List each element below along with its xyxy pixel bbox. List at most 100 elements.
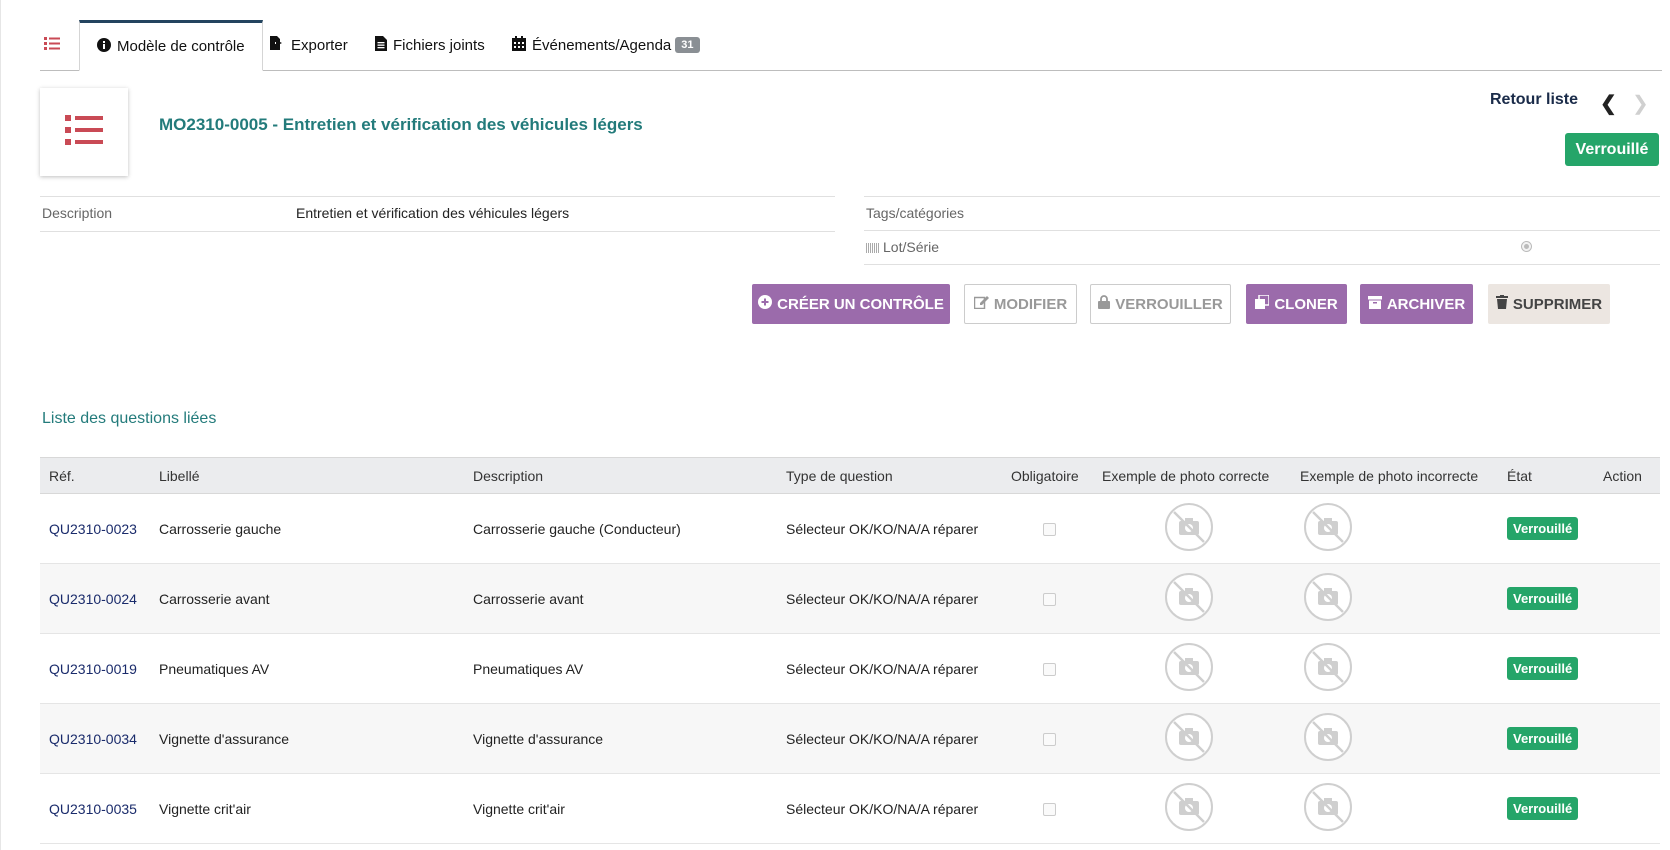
tab-evenements-agenda[interactable]: Événements/Agenda 31 — [512, 20, 700, 70]
column-header[interactable]: État — [1507, 457, 1603, 494]
question-type: Sélecteur OK/KO/NA/A réparer — [786, 493, 1011, 564]
column-header[interactable]: Exemple de photo correcte — [1102, 457, 1300, 494]
question-description: Vignette crit'air — [473, 773, 786, 844]
column-header[interactable]: Description — [473, 457, 786, 494]
mandatory-cell — [1011, 493, 1102, 564]
mandatory-checkbox[interactable] — [1043, 733, 1056, 747]
no-photo-icon — [1303, 642, 1353, 695]
action-cell — [1603, 563, 1660, 634]
mandatory-checkbox[interactable] — [1043, 523, 1056, 537]
no-photo-icon — [1164, 572, 1214, 625]
questions-table: Réf. Libellé Description Type de questio… — [40, 457, 1660, 844]
mandatory-checkbox[interactable] — [1043, 663, 1056, 677]
question-ref[interactable]: QU2310-0034 — [40, 703, 159, 774]
plus-circle-icon — [758, 295, 777, 313]
tab-exporter[interactable]: Exporter — [269, 20, 348, 70]
question-ref[interactable]: QU2310-0023 — [40, 493, 159, 564]
tab-modele-controle[interactable]: Modèle de contrôle — [79, 20, 263, 71]
table-row[interactable]: QU2310-0034 Vignette d'assurance Vignett… — [40, 703, 1660, 774]
events-count-badge: 31 — [675, 37, 700, 53]
tab-label: Modèle de contrôle — [117, 38, 245, 55]
no-photo-icon — [1303, 572, 1353, 625]
create-control-button[interactable]: CRÉER UN CONTRÔLE — [752, 284, 950, 324]
question-ref[interactable]: QU2310-0019 — [40, 633, 159, 704]
tab-label: Fichiers joints — [393, 36, 485, 54]
archive-button[interactable]: ARCHIVER — [1360, 284, 1473, 324]
extra-fields: Tags/catégories Lot/Série — [864, 196, 1660, 265]
barcode-icon — [866, 243, 880, 253]
column-header[interactable]: Réf. — [40, 457, 159, 494]
tab-fichiers-joints[interactable]: Fichiers joints — [375, 20, 485, 70]
question-label: Pneumatiques AV — [159, 633, 473, 704]
tags-row: Tags/catégories — [864, 196, 1660, 230]
column-header[interactable]: Exemple de photo incorrecte — [1300, 457, 1507, 494]
no-photo-icon — [1303, 502, 1353, 555]
status-badge: Verrouillé — [1507, 517, 1579, 540]
chevron-right-icon: ❯ — [1632, 93, 1649, 115]
table-header: Réf. Libellé Description Type de questio… — [40, 457, 1660, 494]
incorrect-photo-cell — [1300, 703, 1507, 774]
correct-photo-cell — [1102, 493, 1300, 564]
state-cell: Verrouillé — [1507, 493, 1603, 564]
lock-icon — [1098, 295, 1115, 313]
question-label: Vignette crit'air — [159, 773, 473, 844]
no-photo-icon — [1164, 782, 1214, 835]
correct-photo-cell — [1102, 773, 1300, 844]
tags-label: Tags/catégories — [866, 205, 965, 221]
mandatory-checkbox[interactable] — [1043, 593, 1056, 607]
state-cell: Verrouillé — [1507, 773, 1603, 844]
lot-label: Lot/Série — [866, 239, 939, 255]
mandatory-cell — [1011, 773, 1102, 844]
lot-row: Lot/Série — [864, 230, 1660, 265]
table-row[interactable]: QU2310-0035 Vignette crit'air Vignette c… — [40, 773, 1660, 844]
correct-photo-cell — [1102, 633, 1300, 704]
questions-list-title: Liste des questions liées — [42, 410, 217, 427]
lot-radio[interactable] — [1521, 241, 1532, 252]
question-ref[interactable]: QU2310-0035 — [40, 773, 159, 844]
description-row: Description Entretien et vérification de… — [40, 196, 835, 232]
list-icon — [65, 114, 103, 150]
incorrect-photo-cell — [1300, 633, 1507, 704]
edit-icon — [973, 295, 994, 313]
tab-list[interactable] — [44, 20, 66, 70]
lock-button[interactable]: VERROUILLER — [1090, 284, 1231, 324]
status-badge: Verrouillé — [1507, 657, 1579, 680]
no-photo-icon — [1303, 782, 1353, 835]
question-description: Vignette d'assurance — [473, 703, 786, 774]
question-type: Sélecteur OK/KO/NA/A réparer — [786, 633, 1011, 704]
column-header[interactable]: Type de question — [786, 457, 1011, 494]
table-row[interactable]: QU2310-0019 Pneumatiques AV Pneumatiques… — [40, 633, 1660, 704]
tab-bar: Modèle de contrôle Exporter Fichiers joi… — [40, 20, 1662, 71]
incorrect-photo-cell — [1300, 493, 1507, 564]
no-photo-icon — [1164, 712, 1214, 765]
state-cell: Verrouillé — [1507, 703, 1603, 774]
table-row[interactable]: QU2310-0023 Carrosserie gauche Carrosser… — [40, 493, 1660, 564]
column-header[interactable]: Obligatoire — [1011, 457, 1102, 494]
correct-photo-cell — [1102, 563, 1300, 634]
chevron-left-icon[interactable]: ❮ — [1600, 91, 1617, 116]
mandatory-cell — [1011, 633, 1102, 704]
question-ref[interactable]: QU2310-0024 — [40, 563, 159, 634]
column-header[interactable]: Libellé — [159, 457, 473, 494]
question-label: Carrosserie avant — [159, 563, 473, 634]
info-circle-icon — [97, 37, 117, 56]
back-to-list-link[interactable]: Retour liste — [1490, 91, 1578, 109]
tab-label: Événements/Agenda — [532, 36, 672, 54]
status-badge: Verrouillé — [1507, 727, 1579, 750]
clone-button[interactable]: CLONER — [1246, 284, 1347, 324]
list-icon — [44, 36, 66, 54]
modify-button[interactable]: MODIFIER — [964, 284, 1077, 324]
no-photo-icon — [1164, 502, 1214, 555]
status-badge: Verrouillé — [1507, 587, 1579, 610]
mandatory-checkbox[interactable] — [1043, 803, 1056, 817]
question-description: Carrosserie gauche (Conducteur) — [473, 493, 786, 564]
table-row[interactable]: QU2310-0024 Carrosserie avant Carrosseri… — [40, 563, 1660, 634]
incorrect-photo-cell — [1300, 563, 1507, 634]
incorrect-photo-cell — [1300, 773, 1507, 844]
mandatory-cell — [1011, 703, 1102, 774]
delete-button[interactable]: SUPPRIMER — [1488, 284, 1610, 324]
file-icon — [375, 35, 393, 55]
archive-icon — [1367, 295, 1387, 313]
status-badge: Verrouillé — [1565, 133, 1659, 166]
no-photo-icon — [1164, 642, 1214, 695]
